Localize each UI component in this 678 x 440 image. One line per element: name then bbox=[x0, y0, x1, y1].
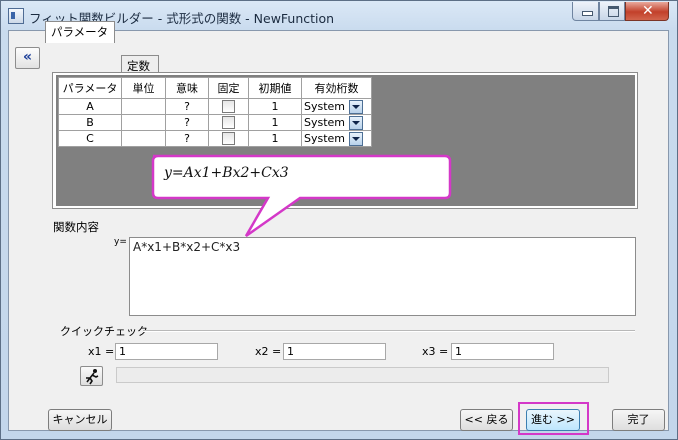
fixed-checkbox[interactable] bbox=[222, 132, 235, 146]
app-icon bbox=[8, 8, 24, 24]
table-header-row: パラメータ 単位 意味 固定 初期値 有効桁数 bbox=[58, 77, 372, 99]
x2-label: x2 = bbox=[255, 345, 282, 358]
column-header: 意味 bbox=[165, 77, 209, 99]
param-name[interactable]: C bbox=[58, 130, 122, 147]
param-sig-cell: System bbox=[301, 98, 372, 115]
param-fixed bbox=[208, 98, 249, 115]
quick-check-result-bar bbox=[116, 367, 609, 383]
parameter-table: パラメータ 単位 意味 固定 初期値 有効桁数 A ? 1 System B ?… bbox=[58, 77, 372, 147]
function-body-editor[interactable]: A*x1+B*x2+C*x3 bbox=[129, 237, 636, 316]
x1-label: x1 = bbox=[88, 345, 115, 358]
column-header: 初期値 bbox=[248, 77, 302, 99]
dropdown-arrow-icon[interactable] bbox=[349, 131, 364, 146]
param-initial[interactable]: 1 bbox=[248, 114, 302, 131]
param-sig[interactable]: System bbox=[304, 100, 345, 113]
param-meaning[interactable]: ? bbox=[165, 130, 209, 147]
close-icon: ✕ bbox=[642, 3, 654, 19]
x3-label: x3 = bbox=[422, 345, 449, 358]
column-header: パラメータ bbox=[58, 77, 122, 99]
cancel-button[interactable]: キャンセル bbox=[48, 409, 112, 431]
column-header: 固定 bbox=[208, 77, 249, 99]
finish-button[interactable]: 完了 bbox=[612, 409, 665, 431]
quick-check-divider bbox=[143, 330, 635, 332]
collapse-panel-button[interactable]: « bbox=[15, 47, 40, 69]
back-button[interactable]: << 戻る bbox=[460, 409, 513, 431]
function-body-label: 関数内容 bbox=[53, 220, 99, 234]
fixed-checkbox[interactable] bbox=[222, 116, 235, 130]
x3-input[interactable]: 1 bbox=[451, 343, 554, 360]
param-meaning[interactable]: ? bbox=[165, 114, 209, 131]
table-row: C ? 1 System bbox=[58, 130, 372, 147]
dropdown-arrow-icon[interactable] bbox=[349, 99, 364, 114]
minimize-button[interactable] bbox=[572, 2, 599, 21]
running-man-icon bbox=[86, 369, 99, 385]
param-fixed bbox=[208, 114, 249, 131]
formula-display: y=Ax1+Bx2+Cx3 bbox=[164, 165, 289, 181]
x1-input[interactable]: 1 bbox=[115, 343, 218, 360]
param-sig[interactable]: System bbox=[304, 116, 345, 129]
param-unit[interactable] bbox=[121, 130, 166, 147]
param-initial[interactable]: 1 bbox=[248, 130, 302, 147]
param-initial[interactable]: 1 bbox=[248, 98, 302, 115]
table-row: B ? 1 System bbox=[58, 114, 372, 131]
next-button-highlight bbox=[518, 402, 589, 435]
minimize-icon bbox=[582, 11, 593, 16]
param-name[interactable]: A bbox=[58, 98, 122, 115]
column-header: 単位 bbox=[121, 77, 166, 99]
close-button[interactable]: ✕ bbox=[625, 2, 669, 21]
maximize-icon bbox=[608, 6, 619, 17]
quick-check-run-button[interactable] bbox=[80, 366, 103, 386]
x2-input[interactable]: 1 bbox=[283, 343, 386, 360]
param-unit[interactable] bbox=[121, 98, 166, 115]
param-meaning[interactable]: ? bbox=[165, 98, 209, 115]
y-equals-label: y= bbox=[114, 237, 127, 247]
param-sig-cell: System bbox=[301, 130, 372, 147]
param-sig[interactable]: System bbox=[304, 132, 345, 145]
maximize-button[interactable] bbox=[599, 2, 625, 21]
param-sig-cell: System bbox=[301, 114, 372, 131]
table-row: A ? 1 System bbox=[58, 98, 372, 115]
fixed-checkbox[interactable] bbox=[222, 100, 235, 114]
column-header: 有効桁数 bbox=[301, 77, 372, 99]
param-unit[interactable] bbox=[121, 114, 166, 131]
quick-check-label: クイックチェック bbox=[60, 325, 148, 338]
param-fixed bbox=[208, 130, 249, 147]
tab-parameters[interactable]: パラメータ bbox=[45, 21, 115, 43]
param-name[interactable]: B bbox=[58, 114, 122, 131]
dropdown-arrow-icon[interactable] bbox=[349, 115, 364, 130]
